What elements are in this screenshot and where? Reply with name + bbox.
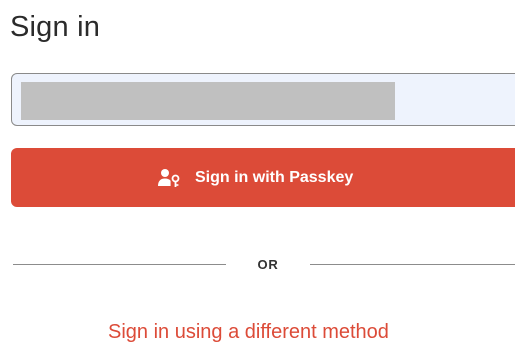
login-input[interactable] [11,73,515,126]
different-method-link[interactable]: Sign in using a different method [108,320,389,344]
page-title: Sign in [10,11,101,43]
divider-label: OR [257,257,279,272]
divider-line-left [13,264,226,265]
user-key-icon [158,168,180,187]
divider-line-right [310,264,515,265]
passkey-button-label: Sign in with Passkey [195,168,354,186]
sign-in-with-passkey-button[interactable]: Sign in with Passkey [11,148,515,207]
